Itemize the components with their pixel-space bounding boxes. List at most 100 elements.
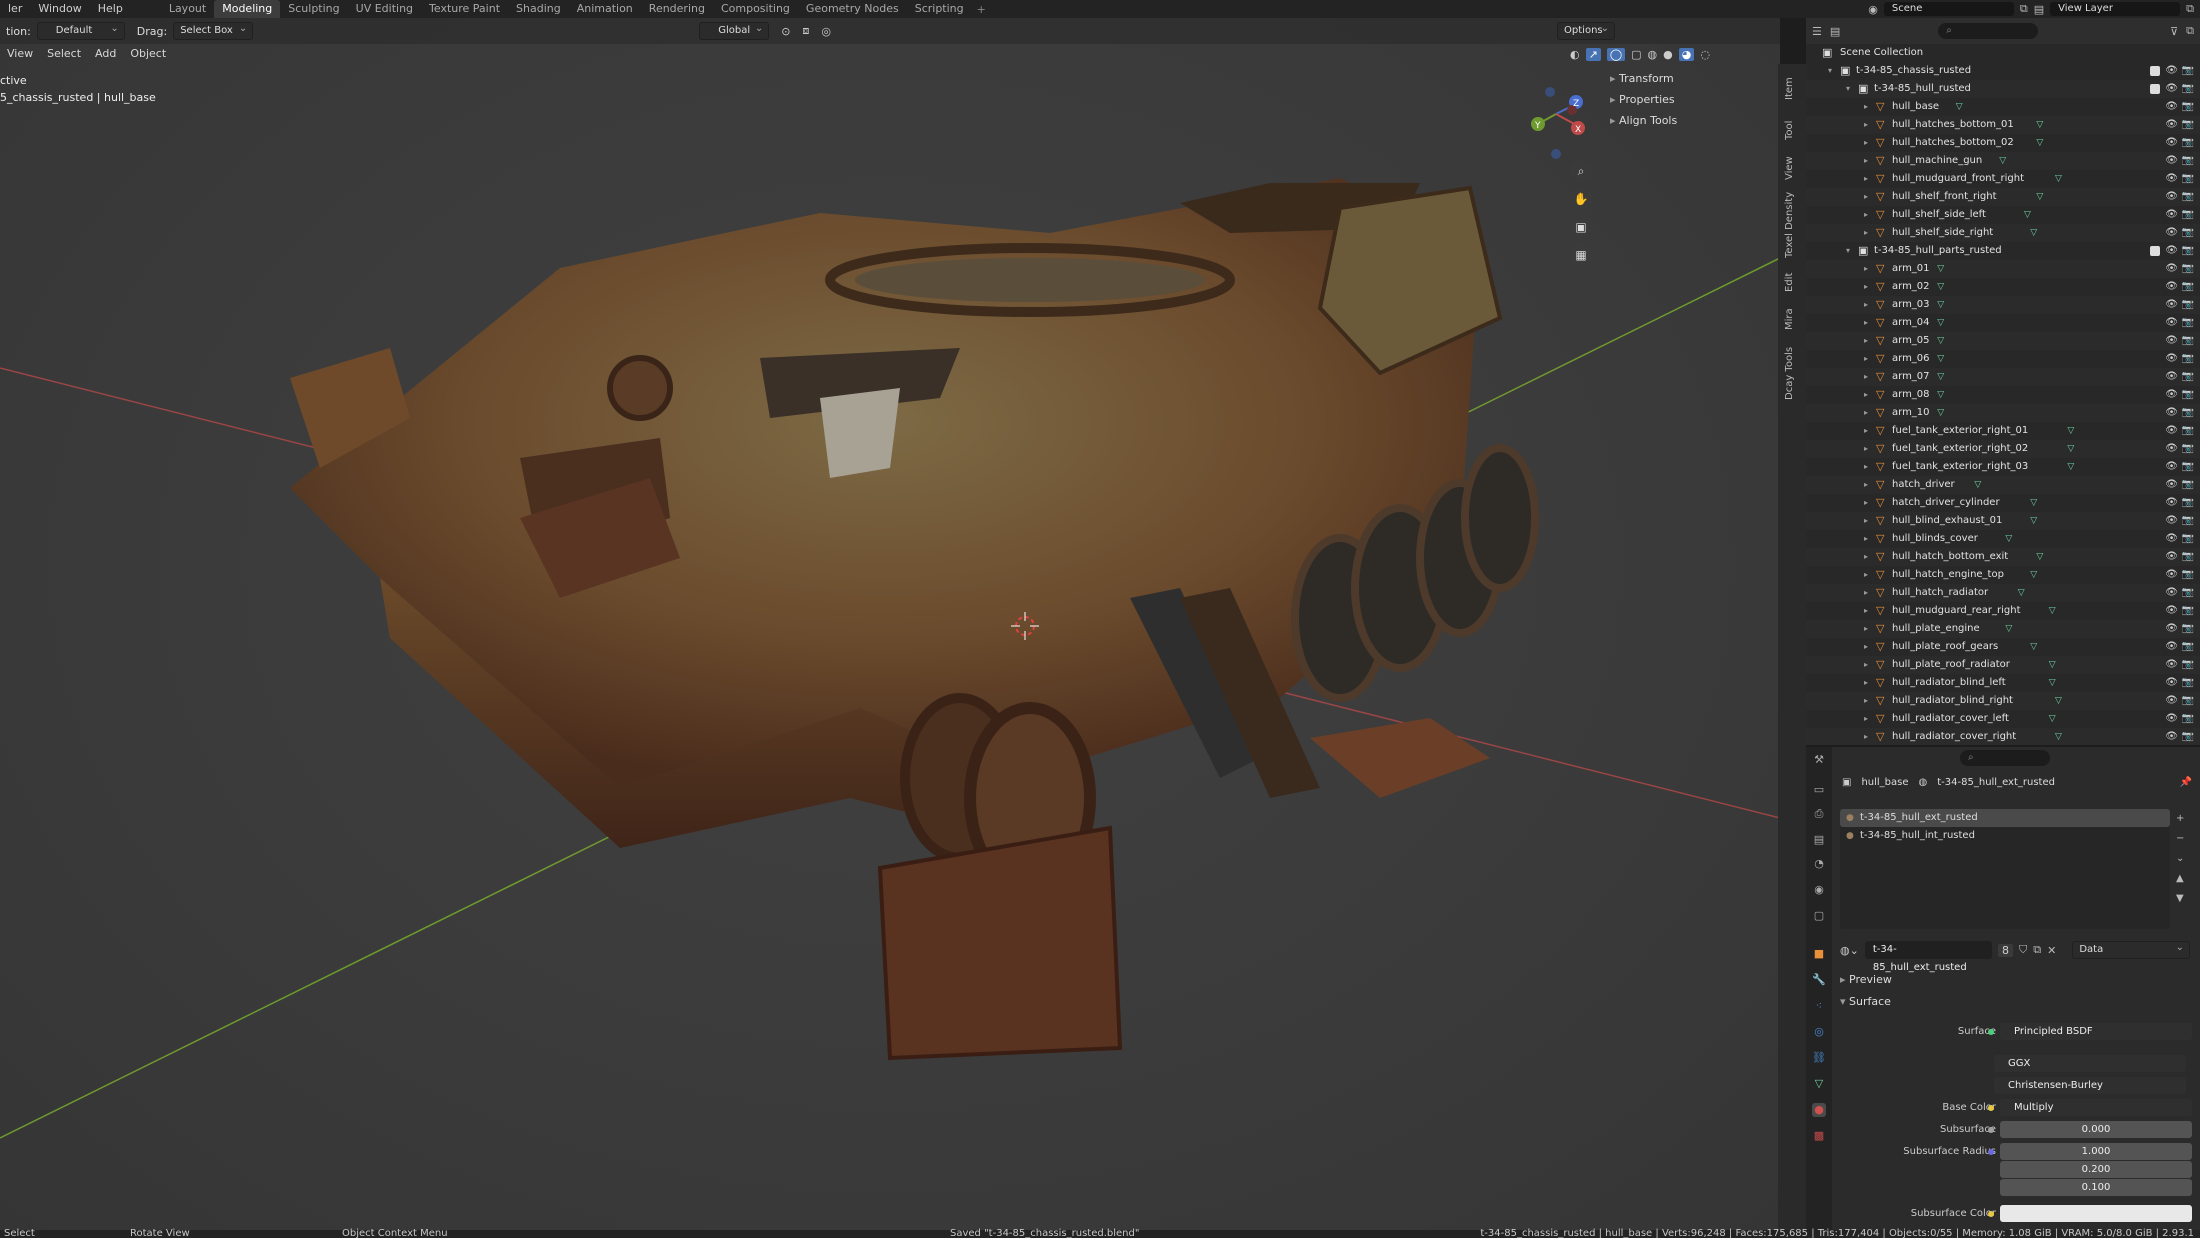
disclosure-arrow-icon[interactable]: ▸ bbox=[1864, 368, 1868, 386]
npanel-properties[interactable]: Properties bbox=[1602, 89, 1774, 110]
eye-icon[interactable]: 👁 bbox=[2165, 350, 2178, 368]
camera-icon[interactable]: 📷 bbox=[2182, 710, 2194, 728]
mesh-data-icon[interactable]: ▽ bbox=[2036, 116, 2043, 134]
eye-icon[interactable]: 👁 bbox=[2165, 170, 2178, 188]
outliner-object-row[interactable]: ▸ ▽ hull_shelf_side_left ▽ 👁 📷 bbox=[1806, 206, 2200, 224]
expand-arrow-icon[interactable]: ▾ bbox=[1846, 242, 1850, 260]
mesh-data-icon[interactable]: ▽ bbox=[2005, 530, 2012, 548]
camera-icon[interactable]: 📷 bbox=[2182, 278, 2194, 296]
mesh-data-icon[interactable]: ▽ bbox=[2036, 188, 2043, 206]
mesh-data-icon[interactable]: ▽ bbox=[2049, 674, 2056, 692]
eye-icon[interactable]: 👁 bbox=[2165, 296, 2178, 314]
eye-icon[interactable]: 👁 bbox=[2165, 476, 2178, 494]
outliner-object-row[interactable]: ▸ ▽ arm_05 ▽ 👁 📷 bbox=[1806, 332, 2200, 350]
eye-icon[interactable]: 👁 bbox=[2165, 674, 2178, 692]
tab-dcay-tools[interactable]: Dcay Tools bbox=[1784, 347, 1795, 400]
new-view-layer-icon[interactable]: ⧉ bbox=[2186, 2, 2200, 16]
filter-icon[interactable]: ⊽ bbox=[2170, 25, 2178, 38]
mesh-data-icon[interactable]: ▽ bbox=[2030, 494, 2037, 512]
scene-tab-icon[interactable]: ◔ bbox=[1812, 857, 1826, 871]
camera-icon[interactable]: 📷 bbox=[2182, 548, 2194, 566]
mesh-data-icon[interactable]: ▽ bbox=[1974, 476, 1981, 494]
display-mode-icon[interactable]: ▤ bbox=[1830, 25, 1840, 38]
outliner-object-row[interactable]: ▸ ▽ hull_mudguard_front_right ▽ 👁 📷 bbox=[1806, 170, 2200, 188]
outliner-object-row[interactable]: ▸ ▽ hull_radiator_blind_right ▽ 👁 📷 bbox=[1806, 692, 2200, 710]
scene-field[interactable]: Scene bbox=[1883, 2, 2014, 16]
eye-icon[interactable]: 👁 bbox=[2165, 332, 2178, 350]
eye-icon[interactable]: 👁 bbox=[2165, 206, 2178, 224]
transform-space-dropdown[interactable]: Global bbox=[699, 21, 770, 40]
camera-icon[interactable]: 📷 bbox=[2182, 296, 2194, 314]
camera-icon[interactable]: 📷 bbox=[2182, 206, 2194, 224]
disclosure-arrow-icon[interactable]: ▸ bbox=[1864, 728, 1868, 745]
outliner-object-row[interactable]: ▸ ▽ hull_hatches_bottom_01 ▽ 👁 📷 bbox=[1806, 116, 2200, 134]
object-tab-icon[interactable]: ■ bbox=[1812, 947, 1826, 961]
outliner-object-row[interactable]: ▸ ▽ hull_shelf_front_right ▽ 👁 📷 bbox=[1806, 188, 2200, 206]
camera-icon[interactable]: 📷 bbox=[2182, 458, 2194, 476]
tab-uv-editing[interactable]: UV Editing bbox=[348, 0, 421, 18]
eye-icon[interactable]: 👁 bbox=[2165, 242, 2178, 260]
rendered-shading-icon[interactable]: ◌ bbox=[1700, 48, 1710, 61]
outliner-object-row[interactable]: ▸ ▽ hull_blinds_cover ▽ 👁 📷 bbox=[1806, 530, 2200, 548]
subsurface-field[interactable]: 0.000 bbox=[2000, 1121, 2192, 1138]
tab-item[interactable]: Item bbox=[1784, 77, 1795, 100]
material-tab-icon[interactable]: ● bbox=[1812, 1103, 1826, 1117]
tab-rendering[interactable]: Rendering bbox=[641, 0, 713, 18]
eye-icon[interactable]: 👁 bbox=[2165, 710, 2178, 728]
mesh-data-icon[interactable]: ▽ bbox=[1937, 404, 1944, 422]
add-slot-icon[interactable]: + bbox=[2176, 809, 2184, 829]
camera-icon[interactable]: 📷 bbox=[2182, 512, 2194, 530]
particles-tab-icon[interactable]: ⁖ bbox=[1812, 999, 1826, 1013]
outliner-object-row[interactable]: ▸ ▽ hull_hatch_engine_top ▽ 👁 📷 bbox=[1806, 566, 2200, 584]
disclosure-arrow-icon[interactable]: ▸ bbox=[1864, 224, 1868, 242]
mesh-data-icon[interactable]: ▽ bbox=[2030, 224, 2037, 242]
outliner-object-row[interactable]: ▸ ▽ hull_mudguard_rear_right ▽ 👁 📷 bbox=[1806, 602, 2200, 620]
mesh-data-icon[interactable]: ▽ bbox=[1937, 386, 1944, 404]
remove-slot-icon[interactable]: − bbox=[2176, 829, 2184, 849]
eye-icon[interactable]: 👁 bbox=[2165, 386, 2178, 404]
eye-icon[interactable]: 👁 bbox=[2165, 116, 2178, 134]
eye-icon[interactable]: 👁 bbox=[2165, 152, 2178, 170]
mesh-data-icon[interactable]: ▽ bbox=[2055, 728, 2062, 745]
view-layer-field[interactable]: View Layer bbox=[2050, 2, 2181, 16]
modifier-tab-icon[interactable]: 🔧 bbox=[1812, 973, 1826, 987]
camera-icon[interactable]: 📷 bbox=[2182, 584, 2194, 602]
disclosure-arrow-icon[interactable]: ▸ bbox=[1864, 602, 1868, 620]
camera-icon[interactable]: 📷 bbox=[2182, 494, 2194, 512]
link-mode-dropdown[interactable]: Data bbox=[2072, 940, 2190, 959]
disclosure-arrow-icon[interactable]: ▸ bbox=[1864, 512, 1868, 530]
disclosure-arrow-icon[interactable]: ▸ bbox=[1864, 638, 1868, 656]
eye-icon[interactable]: 👁 bbox=[2165, 638, 2178, 656]
camera-icon[interactable]: 📷 bbox=[2182, 566, 2194, 584]
object-menu[interactable]: Object bbox=[123, 47, 173, 60]
outliner-collection-row[interactable]: ▾ ▣ t-34-85_chassis_rusted 👁 📷 bbox=[1806, 62, 2200, 80]
mesh-data-icon[interactable]: ▽ bbox=[1937, 332, 1944, 350]
outliner-object-row[interactable]: ▸ ▽ arm_01 ▽ 👁 📷 bbox=[1806, 260, 2200, 278]
world-tab-icon[interactable]: ◉ bbox=[1812, 883, 1826, 897]
disclosure-arrow-icon[interactable]: ▸ bbox=[1864, 170, 1868, 188]
disclosure-arrow-icon[interactable]: ▸ bbox=[1864, 548, 1868, 566]
eye-icon[interactable]: 👁 bbox=[2165, 224, 2178, 242]
slot-menu-icon[interactable]: ⌄ bbox=[2176, 849, 2184, 869]
disclosure-arrow-icon[interactable]: ▸ bbox=[1864, 116, 1868, 134]
tab-mira[interactable]: Mira bbox=[1784, 308, 1795, 330]
eye-icon[interactable]: 👁 bbox=[2165, 422, 2178, 440]
camera-icon[interactable]: 📷 bbox=[2182, 260, 2194, 278]
eye-icon[interactable]: 👁 bbox=[2165, 530, 2178, 548]
outliner-object-row[interactable]: ▸ ▽ arm_03 ▽ 👁 📷 bbox=[1806, 296, 2200, 314]
outliner-object-row[interactable]: ▸ ▽ hull_radiator_blind_left ▽ 👁 📷 bbox=[1806, 674, 2200, 692]
camera-icon[interactable]: 📷 bbox=[2182, 728, 2194, 745]
eye-icon[interactable]: 👁 bbox=[2165, 584, 2178, 602]
outliner-collection-row[interactable]: ▾ ▣ t-34-85_hull_rusted 👁 📷 bbox=[1806, 80, 2200, 98]
disclosure-arrow-icon[interactable]: ▸ bbox=[1864, 134, 1868, 152]
mesh-data-icon[interactable]: ▽ bbox=[2067, 458, 2074, 476]
subsurface-color-swatch[interactable] bbox=[2000, 1205, 2192, 1222]
disclosure-arrow-icon[interactable]: ▸ bbox=[1864, 566, 1868, 584]
mesh-data-icon[interactable]: ▽ bbox=[2036, 134, 2043, 152]
camera-icon[interactable]: 📷 bbox=[2182, 530, 2194, 548]
eye-icon[interactable]: 👁 bbox=[2165, 62, 2178, 80]
disclosure-arrow-icon[interactable]: ▸ bbox=[1864, 620, 1868, 638]
disclosure-arrow-icon[interactable]: ▸ bbox=[1864, 98, 1868, 116]
npanel-align-tools[interactable]: Align Tools bbox=[1602, 110, 1774, 131]
camera-icon[interactable]: 📷 bbox=[2182, 656, 2194, 674]
